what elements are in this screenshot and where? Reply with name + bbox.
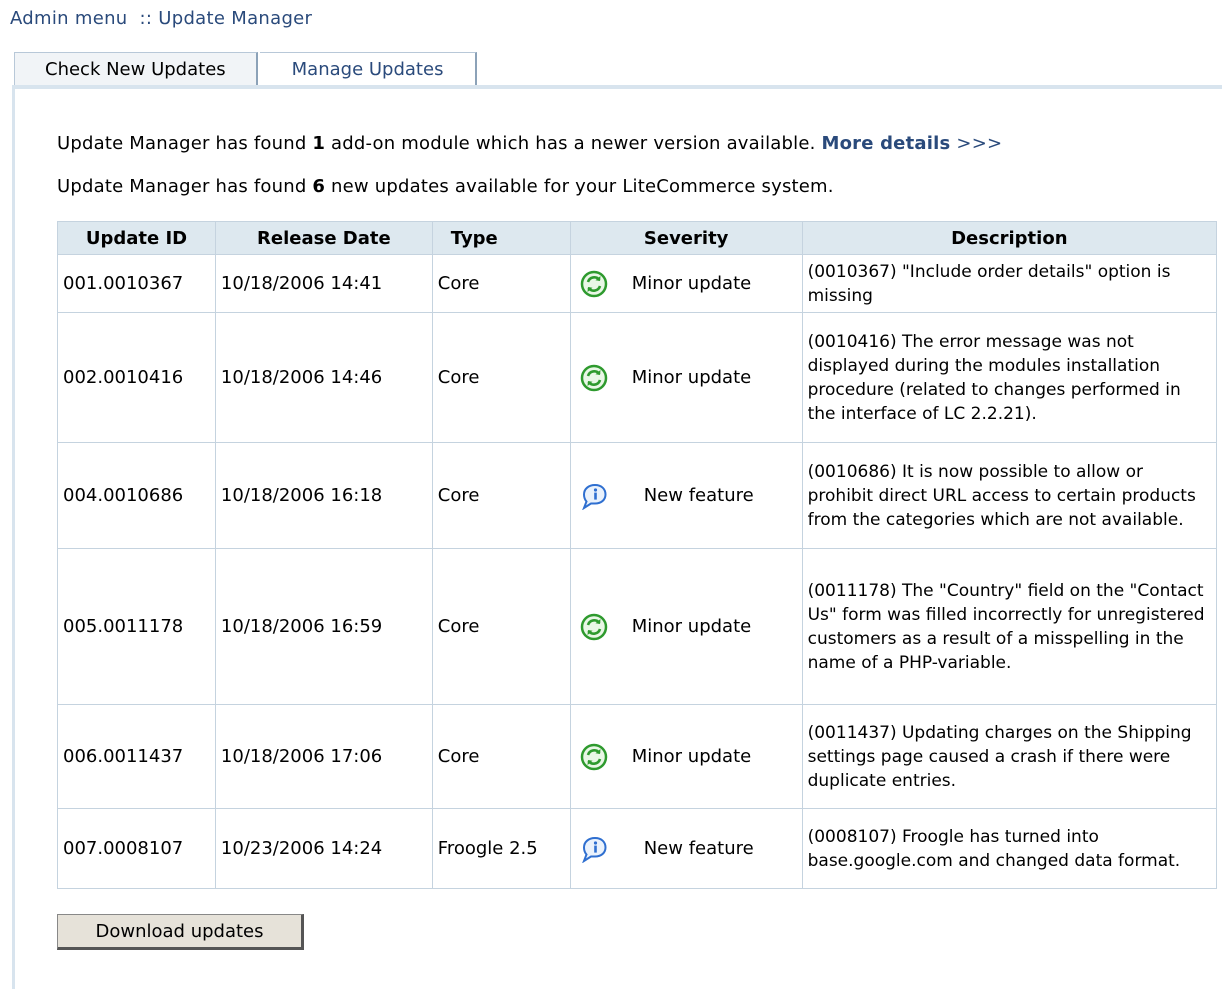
description-cell: (0011178) The "Country" field on the "Co… [801, 548, 1218, 705]
severity-wrapper: Minor update [576, 270, 797, 298]
severity-wrapper: Minor update [576, 364, 797, 392]
update-id-cell: 006.0011437 [57, 704, 216, 809]
refresh-icon [580, 743, 608, 771]
addon-count: 1 [312, 133, 326, 154]
severity-wrapper: New feature [576, 482, 797, 510]
column-header-description: Description [801, 221, 1218, 255]
severity-label: New feature [643, 837, 754, 859]
type-cell: Core [431, 704, 571, 809]
severity-cell: New feature [569, 442, 803, 549]
description-cell: (0010686) It is now possible to allow or… [801, 442, 1218, 549]
severity-cell: Minor update [569, 312, 803, 443]
release-date-cell: 10/18/2006 14:41 [214, 254, 433, 313]
info-bubble-icon [580, 482, 608, 510]
breadcrumb-current-page[interactable]: Update Manager [158, 8, 312, 29]
table-row: 004.0010686 10/18/2006 16:18 Core New fe… [57, 442, 1218, 549]
column-header-update-id: Update ID [57, 221, 216, 255]
severity-wrapper: New feature [576, 835, 797, 863]
description-cell: (0008107) Froogle has turned into base.g… [801, 808, 1218, 889]
breadcrumb-admin-menu-link[interactable]: Admin menu [10, 8, 128, 29]
release-date-cell: 10/18/2006 17:06 [214, 704, 433, 809]
updates-table: Update ID Release Date Type Severity Des… [57, 221, 1218, 889]
table-row: 005.0011178 10/18/2006 16:59 Core Minor … [57, 548, 1218, 705]
message-text: new updates available for your LiteComme… [325, 176, 834, 197]
type-cell: Core [431, 312, 571, 443]
severity-cell: Minor update [569, 704, 803, 809]
tab-bar: Check New Updates Manage Updates [14, 50, 478, 86]
type-cell: Core [431, 442, 571, 549]
type-cell: Core [431, 254, 571, 313]
info-bubble-icon [580, 835, 608, 863]
core-updates-message: Update Manager has found 6 new updates a… [57, 176, 834, 197]
breadcrumb-separator: :: [139, 8, 153, 29]
description-cell: (0010416) The error message was not disp… [801, 312, 1218, 443]
type-cell: Core [431, 548, 571, 705]
severity-cell: Minor update [569, 254, 803, 313]
severity-wrapper: Minor update [576, 743, 797, 771]
description-cell: (0010367) "Include order details" option… [801, 254, 1218, 313]
more-details-label: More details [821, 133, 951, 154]
addon-updates-message: Update Manager has found 1 add-on module… [57, 133, 1002, 154]
refresh-icon [580, 270, 608, 298]
column-header-release-date: Release Date [214, 221, 433, 255]
release-date-cell: 10/18/2006 14:46 [214, 312, 433, 443]
table-row: 006.0011437 10/18/2006 17:06 Core Minor … [57, 704, 1218, 809]
download-updates-button[interactable]: Download updates [57, 914, 304, 950]
severity-label: Minor update [631, 745, 752, 767]
table-row: 001.0010367 10/18/2006 14:41 Core Minor … [57, 254, 1218, 313]
table-header-row: Update ID Release Date Type Severity Des… [57, 221, 1218, 255]
refresh-icon [580, 613, 608, 641]
breadcrumb: Admin menu:: Update Manager [10, 8, 312, 29]
more-details-link[interactable]: More details >>> [821, 133, 1002, 154]
table-row: 002.0010416 10/18/2006 14:46 Core Minor … [57, 312, 1218, 443]
release-date-cell: 10/18/2006 16:18 [214, 442, 433, 549]
table-row: 007.0008107 10/23/2006 14:24 Froogle 2.5… [57, 808, 1218, 889]
severity-label: Minor update [631, 272, 752, 294]
severity-cell: New feature [569, 808, 803, 889]
severity-label: Minor update [631, 615, 752, 637]
description-cell: (0011437) Updating charges on the Shippi… [801, 704, 1218, 809]
severity-cell: Minor update [569, 548, 803, 705]
type-cell: Froogle 2.5 [431, 808, 571, 889]
update-id-cell: 002.0010416 [57, 312, 216, 443]
release-date-cell: 10/18/2006 16:59 [214, 548, 433, 705]
severity-label: New feature [643, 484, 754, 506]
severity-label: Minor update [631, 366, 752, 388]
column-header-type: Type [431, 221, 571, 255]
tab-check-new-updates[interactable]: Check New Updates [14, 52, 258, 86]
release-date-cell: 10/23/2006 14:24 [214, 808, 433, 889]
tab-manage-updates[interactable]: Manage Updates [259, 52, 478, 86]
message-text: Update Manager has found [57, 176, 313, 197]
more-details-arrows: >>> [956, 133, 1003, 154]
update-count: 6 [312, 176, 326, 197]
severity-wrapper: Minor update [576, 613, 797, 641]
update-id-cell: 004.0010686 [57, 442, 216, 549]
refresh-icon [580, 364, 608, 392]
message-text: Update Manager has found [57, 133, 313, 154]
update-id-cell: 005.0011178 [57, 548, 216, 705]
column-header-severity: Severity [569, 221, 803, 255]
update-id-cell: 007.0008107 [57, 808, 216, 889]
update-id-cell: 001.0010367 [57, 254, 216, 313]
message-text: add-on module which has a newer version … [325, 133, 822, 154]
